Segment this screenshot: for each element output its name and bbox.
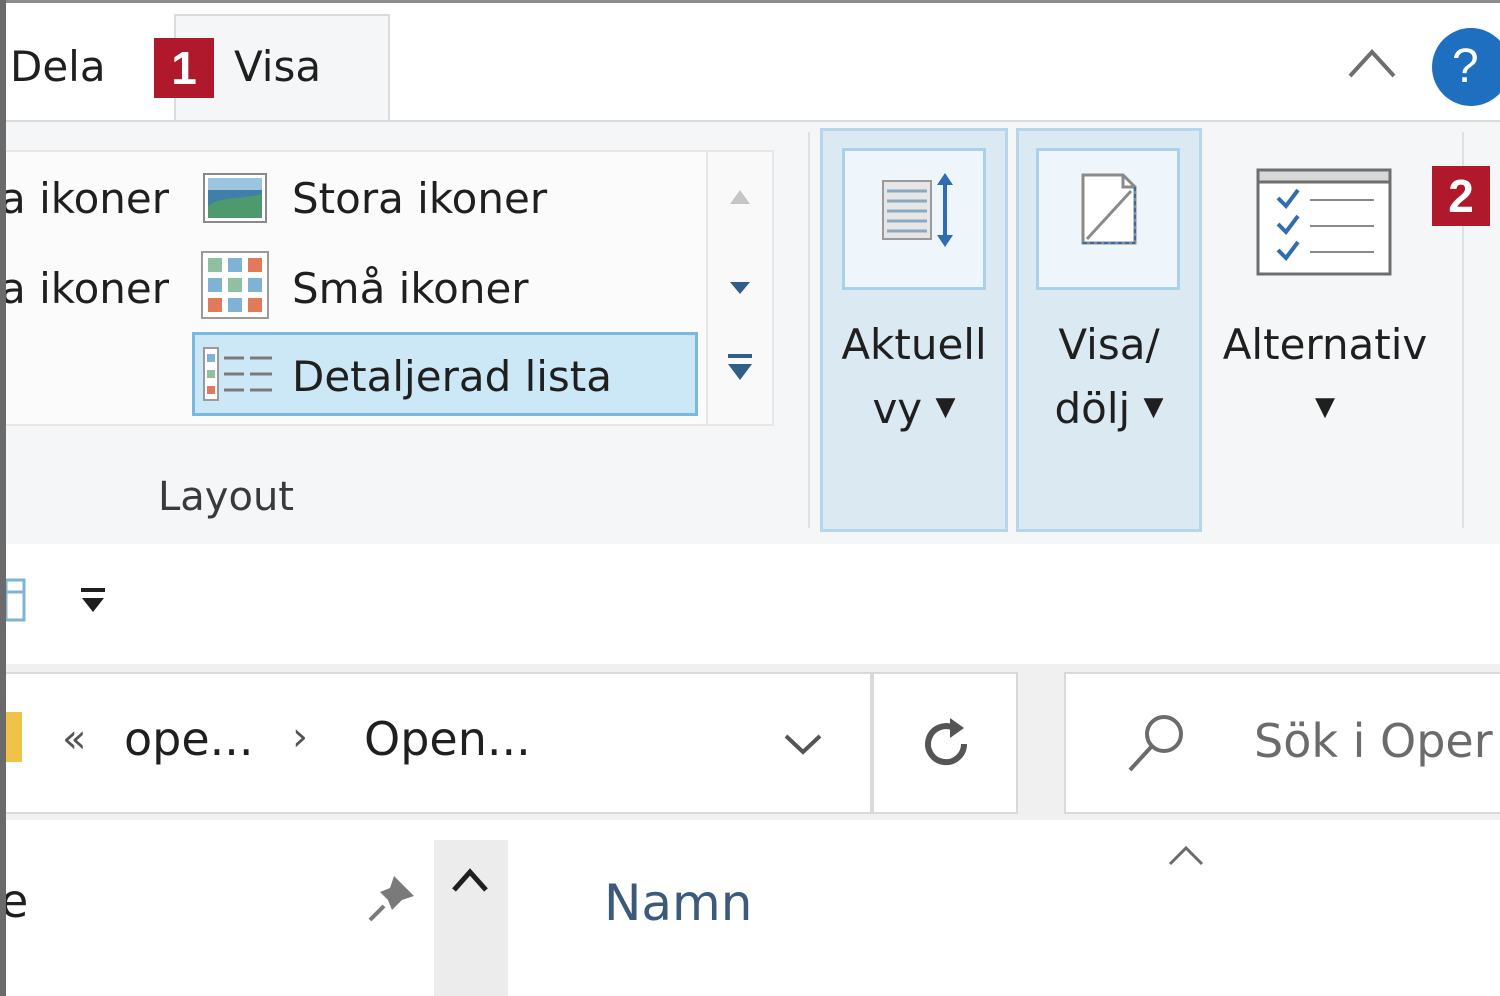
sort-ascending-icon [1168, 845, 1204, 866]
refresh-icon[interactable] [914, 712, 978, 776]
visa-dolj-tile[interactable] [1036, 148, 1180, 290]
current-view-icon [882, 173, 953, 247]
aktuell-vy-line2: vy [872, 384, 923, 433]
pin-icon[interactable] [366, 872, 418, 924]
gallery-scroll-up-icon[interactable] [728, 186, 752, 206]
alternativ-label: Alternativ [1222, 320, 1428, 369]
large-icons-icon [203, 173, 267, 223]
gallery-more-icon[interactable] [726, 352, 754, 386]
group-divider [808, 132, 810, 528]
details-icon [203, 347, 272, 401]
breadcrumb-item[interactable]: ope... [124, 712, 254, 766]
breadcrumb-overflow[interactable]: « [62, 716, 86, 762]
help-button[interactable]: ? [1432, 28, 1500, 106]
aktuell-vy-label[interactable]: Aktuell vy ▼ [820, 314, 1008, 440]
gallery-item-partial[interactable]: a ikoner [0, 174, 169, 223]
step-badge-1: 1 [154, 38, 214, 98]
dropdown-arrow-icon: ▼ [1315, 392, 1335, 422]
gallery-item-sma-ikoner[interactable]: Små ikoner [292, 264, 529, 313]
alternativ-button[interactable]: Alternativ ▼ [1212, 314, 1438, 438]
collapse-ribbon-icon[interactable] [1346, 46, 1398, 80]
small-icons-icon [201, 251, 269, 319]
gallery-item-detaljerad-lista[interactable]: Detaljerad lista [292, 352, 612, 401]
dropdown-arrow-icon: ▼ [1143, 392, 1164, 422]
gallery-scroll-down-icon[interactable] [728, 278, 752, 298]
folder-icon [6, 712, 22, 762]
tab-dela[interactable]: Dela [10, 42, 106, 91]
scroll-up-chevron-icon[interactable] [448, 864, 492, 896]
customize-toolbar-icon[interactable] [80, 586, 106, 614]
window-frame [0, 0, 1500, 3]
breadcrumb-separator-icon[interactable]: › [292, 714, 308, 760]
aktuell-vy-tile[interactable] [842, 148, 986, 290]
show-hide-icon [1081, 173, 1137, 245]
visa-dolj-line2-wrap: dölj ▼ [1016, 376, 1202, 440]
properties-icon[interactable] [4, 570, 26, 628]
visa-dolj-label[interactable]: Visa/ dölj ▼ [1016, 314, 1202, 440]
visa-dolj-line1: Visa/ [1058, 320, 1160, 369]
gallery-item-partial[interactable]: a ikoner [0, 264, 169, 313]
window-frame [0, 0, 6, 996]
dropdown-arrow-icon: ▼ [935, 392, 956, 422]
column-header-namn[interactable]: Namn [604, 874, 752, 932]
address-history-chevron-icon[interactable] [782, 730, 824, 758]
tab-visa-label[interactable]: Visa [234, 42, 321, 91]
layout-group-label: Layout [158, 474, 294, 520]
aktuell-vy-line2-wrap: vy ▼ [820, 376, 1008, 440]
options-icon[interactable] [1256, 168, 1392, 276]
gallery-item-stora-ikoner[interactable]: Stora ikoner [292, 174, 547, 223]
quick-access-toolbar [6, 544, 1500, 664]
file-pane [6, 820, 1500, 996]
breadcrumb-item[interactable]: Open... [364, 712, 531, 766]
search-icon [1128, 715, 1183, 772]
visa-dolj-line2: dölj [1054, 384, 1131, 433]
search-placeholder[interactable]: Sök i Oper [1254, 714, 1493, 768]
step-badge-2: 2 [1432, 166, 1490, 226]
aktuell-vy-line1: Aktuell [841, 320, 987, 369]
